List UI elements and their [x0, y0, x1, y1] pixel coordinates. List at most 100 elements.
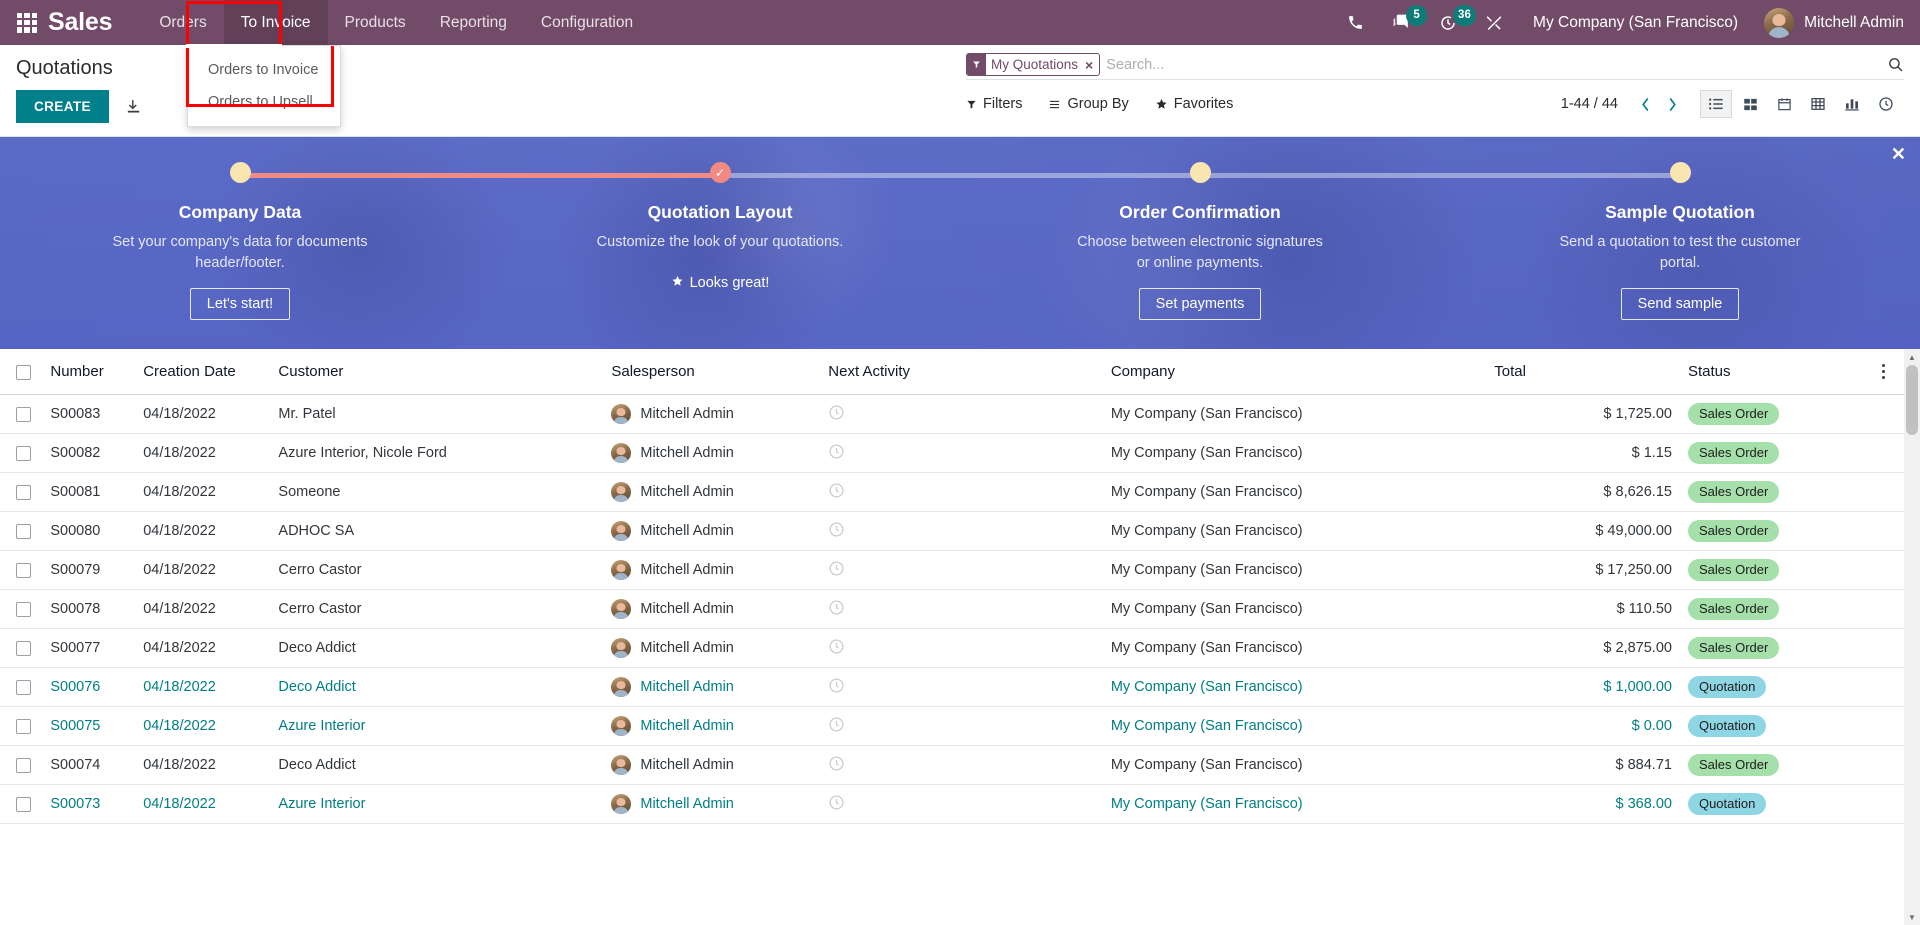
- search-icon[interactable]: [1875, 56, 1904, 73]
- activity-clock-icon[interactable]: [828, 443, 845, 460]
- set-payments-button[interactable]: Set payments: [1138, 288, 1262, 321]
- scrollbar-thumb[interactable]: [1906, 365, 1918, 435]
- select-all-checkbox[interactable]: [16, 364, 31, 380]
- cell-number[interactable]: S00078: [42, 589, 136, 629]
- table-row[interactable]: S00076 04/18/2022 Deco Addict Mitchell Admi…: [0, 667, 1904, 707]
- activity-clock-icon[interactable]: [828, 716, 845, 733]
- nav-menu-reporting[interactable]: Reporting: [423, 0, 524, 45]
- search-facet-my-quotations[interactable]: My Quotations ×: [966, 53, 1101, 76]
- column-header-total[interactable]: Total: [1486, 349, 1680, 395]
- step-dot-order-confirmation[interactable]: [1189, 162, 1211, 183]
- activity-clock-icon[interactable]: [828, 599, 845, 616]
- activity-clock-icon[interactable]: [828, 404, 845, 421]
- phone-icon[interactable]: [1333, 0, 1378, 45]
- row-checkbox[interactable]: [16, 679, 31, 695]
- table-row[interactable]: S00082 04/18/2022 Azure Interior, Nicole F…: [0, 433, 1904, 473]
- view-pivot-icon[interactable]: [1802, 90, 1834, 118]
- cell-number[interactable]: S00074: [42, 745, 136, 785]
- nav-menu-to-invoice[interactable]: To Invoice: [223, 0, 328, 45]
- scroll-down-icon[interactable]: ▼: [1904, 909, 1920, 925]
- cell-number[interactable]: S00076: [42, 667, 136, 707]
- cell-number[interactable]: S00081: [42, 472, 136, 512]
- row-checkbox[interactable]: [16, 796, 31, 812]
- row-checkbox[interactable]: [16, 445, 31, 461]
- pager-next-icon[interactable]: [1659, 97, 1686, 112]
- user-menu[interactable]: Mitchell Admin: [1754, 7, 1904, 38]
- row-checkbox[interactable]: [16, 718, 31, 734]
- menu-item-orders-to-invoice[interactable]: Orders to Invoice: [188, 54, 340, 86]
- cell-number[interactable]: S00082: [42, 433, 136, 473]
- view-activity-icon[interactable]: [1870, 90, 1902, 118]
- group-by-button[interactable]: Group By: [1048, 96, 1129, 112]
- column-header-status[interactable]: Status: [1679, 349, 1864, 395]
- vertical-scrollbar[interactable]: ▲ ▼: [1904, 349, 1920, 925]
- column-header-number[interactable]: Number: [42, 349, 136, 395]
- activity-clock-icon[interactable]: [828, 794, 845, 811]
- row-checkbox[interactable]: [16, 601, 31, 617]
- row-checkbox[interactable]: [16, 562, 31, 578]
- column-header-customer[interactable]: Customer: [270, 349, 604, 395]
- cell-number[interactable]: S00079: [42, 550, 136, 590]
- search-input[interactable]: [1106, 54, 1875, 75]
- column-header-salesperson[interactable]: Salesperson: [603, 349, 821, 395]
- table-row[interactable]: S00080 04/18/2022 ADHOC SA Mitchell Admin My…: [0, 511, 1904, 551]
- company-switcher[interactable]: My Company (San Francisco): [1517, 14, 1754, 32]
- send-sample-button[interactable]: Send sample: [1620, 288, 1740, 321]
- table-row[interactable]: S00081 04/18/2022 Someone Mitchell Admin My …: [0, 472, 1904, 512]
- table-row[interactable]: S00079 04/18/2022 Cerro Castor Mitchell Adm…: [0, 550, 1904, 590]
- row-checkbox[interactable]: [16, 523, 31, 539]
- table-row[interactable]: S00074 04/18/2022 Deco Addict Mitchell Admi…: [0, 745, 1904, 785]
- apps-grid-icon[interactable]: [14, 10, 40, 36]
- view-kanban-icon[interactable]: [1734, 90, 1766, 118]
- table-row[interactable]: S00083 04/18/2022 Mr. Patel Mitchell Admin M…: [0, 394, 1904, 434]
- row-checkbox[interactable]: [16, 757, 31, 773]
- cell-number[interactable]: S00080: [42, 511, 136, 551]
- nav-menu-orders[interactable]: Orders: [142, 0, 223, 45]
- step-dot-quotation-layout-completed[interactable]: ✓: [709, 162, 731, 183]
- column-header-company[interactable]: Company: [1102, 349, 1487, 395]
- activity-clock-icon[interactable]: [828, 638, 845, 655]
- table-row[interactable]: S00075 04/18/2022 Azure Interior Mitchell A…: [0, 706, 1904, 746]
- close-icon[interactable]: ✕: [1891, 145, 1906, 163]
- column-options-icon[interactable]: [1872, 364, 1896, 379]
- row-checkbox[interactable]: [16, 406, 31, 422]
- view-calendar-icon[interactable]: [1768, 90, 1800, 118]
- quotations-table: Number Creation Date Customer Salesperso…: [0, 349, 1904, 824]
- row-checkbox[interactable]: [16, 640, 31, 656]
- cell-number[interactable]: S00083: [42, 394, 136, 434]
- menu-item-orders-to-upsell[interactable]: Orders to Upsell: [188, 86, 340, 118]
- nav-menu-products[interactable]: Products: [328, 0, 423, 45]
- looks-great-label[interactable]: Looks great!: [671, 267, 769, 291]
- cell-number[interactable]: S00073: [42, 784, 136, 824]
- view-graph-icon[interactable]: [1836, 90, 1868, 118]
- app-brand-sales[interactable]: Sales: [48, 8, 113, 37]
- activity-clock-icon[interactable]: [828, 755, 845, 772]
- scroll-up-icon[interactable]: ▲: [1904, 349, 1920, 365]
- activity-clock-icon[interactable]: [828, 677, 845, 694]
- table-row[interactable]: S00077 04/18/2022 Deco Addict Mitchell Admi…: [0, 628, 1904, 668]
- filters-button[interactable]: Filters: [966, 96, 1022, 112]
- activity-clock-icon[interactable]: [828, 521, 845, 538]
- column-header-next-activity[interactable]: Next Activity: [820, 349, 1103, 395]
- import-download-icon[interactable]: [125, 98, 142, 115]
- row-checkbox[interactable]: [16, 484, 31, 500]
- favorites-button[interactable]: Favorites: [1155, 96, 1233, 112]
- column-header-creation-date[interactable]: Creation Date: [135, 349, 271, 395]
- table-row[interactable]: S00073 04/18/2022 Azure Interior Mitchell A…: [0, 784, 1904, 824]
- nav-menu-configuration[interactable]: Configuration: [524, 0, 650, 45]
- activities-icon[interactable]: 36: [1425, 0, 1476, 45]
- activity-clock-icon[interactable]: [828, 560, 845, 577]
- view-list-icon[interactable]: [1700, 90, 1732, 118]
- table-row[interactable]: S00078 04/18/2022 Cerro Castor Mitchell Adm…: [0, 589, 1904, 629]
- step-dot-sample-quotation[interactable]: [1669, 162, 1691, 183]
- facet-remove-icon[interactable]: ×: [1083, 54, 1099, 75]
- debug-tools-icon[interactable]: [1471, 0, 1517, 45]
- lets-start-button[interactable]: Let's start!: [189, 288, 291, 321]
- cell-number[interactable]: S00075: [42, 706, 136, 746]
- pager-previous-icon[interactable]: [1632, 97, 1659, 112]
- cell-number[interactable]: S00077: [42, 628, 136, 668]
- step-dot-company-data[interactable]: [229, 162, 251, 183]
- messages-icon[interactable]: 5: [1378, 0, 1428, 45]
- create-button[interactable]: CREATE: [16, 90, 109, 123]
- activity-clock-icon[interactable]: [828, 482, 845, 499]
